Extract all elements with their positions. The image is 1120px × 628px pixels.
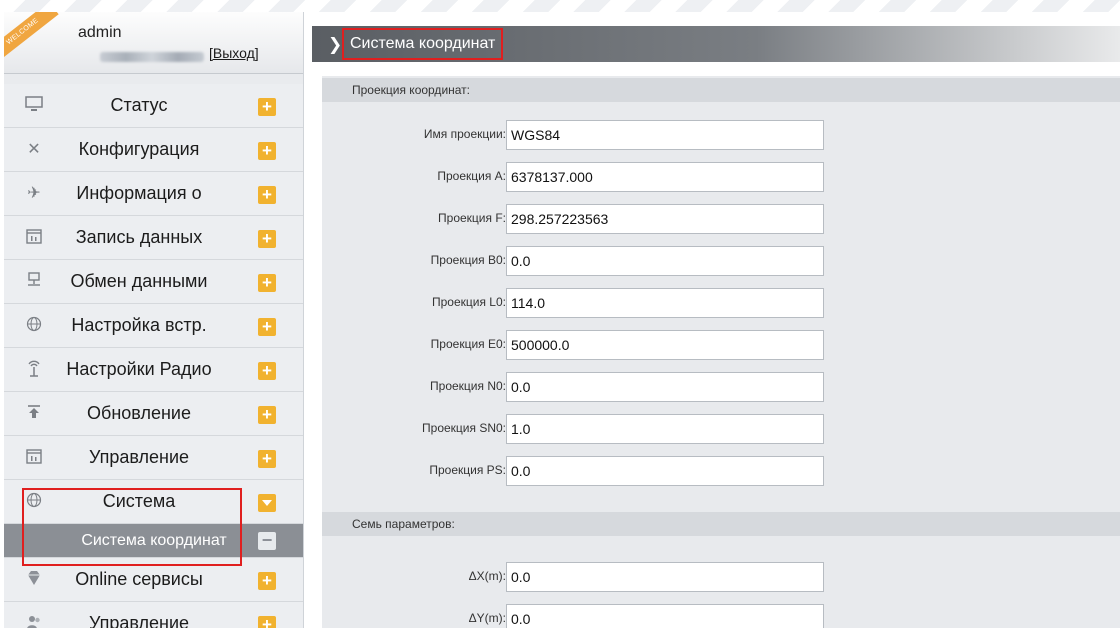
delta-y-input[interactable] — [506, 604, 824, 628]
sidebar-item-label: Статус — [110, 95, 168, 115]
sidebar-item-label: Online сервисы — [75, 569, 203, 589]
sidebar-item-label: Управление — [88, 447, 190, 467]
collapse-arrow-icon[interactable] — [258, 494, 276, 512]
field-label: Проекция A: — [437, 169, 506, 183]
field-row-projection-name: Имя проекции: — [322, 120, 1120, 150]
sidebar: WELCOME admin [Выход] Статус + ✕ Конфигу… — [4, 12, 304, 628]
globe-icon — [24, 492, 44, 512]
projection-n0-input[interactable] — [506, 372, 824, 402]
field-row-projection-n0: Проекция N0: — [322, 372, 1120, 402]
sidebar-item-system[interactable]: Система — [4, 480, 303, 524]
page-title: Система координат — [342, 28, 504, 60]
sidebar-item-user-management[interactable]: Управление + — [4, 602, 303, 628]
user-panel: WELCOME admin [Выход] — [4, 12, 303, 74]
sidebar-item-label: Конфигурация — [78, 139, 200, 159]
projection-l0-input[interactable] — [506, 288, 824, 318]
field-label: Проекция B0: — [430, 253, 506, 267]
sidebar-item-radio-settings[interactable]: Настройки Радио + — [4, 348, 303, 392]
section-header-projection: Проекция координат: — [322, 78, 1120, 102]
minus-icon[interactable]: − — [258, 531, 276, 550]
delta-x-input[interactable] — [506, 562, 824, 592]
chevron-right-icon: ❯ — [328, 35, 343, 54]
field-row-delta-x: ΔX(m): — [322, 562, 1120, 592]
expand-plus-icon[interactable]: + — [258, 98, 276, 116]
page-frame: WELCOME admin [Выход] Статус + ✕ Конфигу… — [0, 0, 1120, 628]
sidebar-item-update[interactable]: Обновление + — [4, 392, 303, 436]
field-row-delta-y: ΔY(m): — [322, 604, 1120, 628]
field-row-projection-f: Проекция F: — [322, 204, 1120, 234]
satellite-icon: ✈ — [27, 185, 41, 202]
sidebar-item-label: Обновление — [87, 403, 191, 423]
sidebar-item-status[interactable]: Статус + — [4, 84, 303, 128]
radio-tower-icon — [24, 360, 44, 380]
field-row-projection-a: Проекция A: — [322, 162, 1120, 192]
expand-plus-icon[interactable]: + — [258, 318, 276, 336]
calendar-icon — [24, 448, 44, 468]
projection-b0-input[interactable] — [506, 246, 824, 276]
sidebar-item-data-exchange[interactable]: Обмен данными + — [4, 260, 303, 304]
monitor-icon — [24, 96, 44, 116]
projection-name-input[interactable] — [506, 120, 824, 150]
sidebar-menu: Статус + ✕ Конфигурация + ✈ Информация о… — [4, 84, 303, 628]
expand-plus-icon[interactable]: + — [258, 142, 276, 160]
user-info-blurred — [100, 52, 204, 62]
expand-plus-icon[interactable]: + — [258, 450, 276, 468]
sidebar-item-embedded-settings[interactable]: Настройка встр. + — [4, 304, 303, 348]
field-row-projection-ps: Проекция PS: — [322, 456, 1120, 486]
tools-icon: ✕ — [27, 141, 41, 158]
users-icon — [24, 614, 44, 628]
content-area: Проекция координат: Имя проекции: Проекц… — [322, 76, 1120, 628]
sidebar-subitem-coordinate-system[interactable]: Система координат − — [4, 524, 303, 558]
field-label: Проекция SN0: — [422, 421, 506, 435]
field-row-projection-l0: Проекция L0: — [322, 288, 1120, 318]
expand-plus-icon[interactable]: + — [258, 616, 276, 628]
projection-e0-input[interactable] — [506, 330, 824, 360]
sidebar-item-label: Запись данных — [75, 227, 203, 247]
sidebar-item-online-services[interactable]: Online сервисы + — [4, 558, 303, 602]
field-label: ΔY(m): — [468, 611, 506, 625]
field-row-projection-e0: Проекция E0: — [322, 330, 1120, 360]
field-label: Проекция N0: — [430, 379, 506, 393]
sidebar-item-configuration[interactable]: ✕ Конфигурация + — [4, 128, 303, 172]
welcome-badge: WELCOME — [4, 12, 59, 63]
globe-icon — [24, 316, 44, 336]
sidebar-item-label: Информация о — [76, 183, 202, 203]
field-label: Имя проекции: — [423, 127, 506, 141]
field-label: Проекция L0: — [432, 295, 506, 309]
field-row-projection-b0: Проекция B0: — [322, 246, 1120, 276]
expand-plus-icon[interactable]: + — [258, 362, 276, 380]
section-header-seven-params: Семь параметров: — [322, 512, 1120, 536]
expand-plus-icon[interactable]: + — [258, 186, 276, 204]
sidebar-item-label: Настройка встр. — [71, 315, 207, 335]
sidebar-item-label: Настройки Радио — [66, 359, 212, 379]
sidebar-item-data-recording[interactable]: Запись данных + — [4, 216, 303, 260]
projection-sn0-input[interactable] — [506, 414, 824, 444]
diamond-icon — [24, 570, 44, 590]
field-row-projection-sn0: Проекция SN0: — [322, 414, 1120, 444]
main-panel: ❯ Система координат Проекция координат: … — [312, 12, 1120, 628]
field-label: Проекция PS: — [429, 463, 506, 477]
sidebar-item-label: Обмен данными — [70, 271, 208, 291]
projection-a-input[interactable] — [506, 162, 824, 192]
calendar-icon — [24, 228, 44, 248]
field-label: Проекция E0: — [430, 337, 506, 351]
top-border — [0, 0, 1120, 12]
sidebar-item-label: Система координат — [81, 531, 227, 549]
username: admin — [78, 24, 122, 41]
expand-plus-icon[interactable]: + — [258, 406, 276, 424]
expand-plus-icon[interactable]: + — [258, 572, 276, 590]
upload-icon — [24, 404, 44, 424]
projection-f-input[interactable] — [506, 204, 824, 234]
sidebar-item-management[interactable]: Управление + — [4, 436, 303, 480]
expand-plus-icon[interactable]: + — [258, 230, 276, 248]
expand-plus-icon[interactable]: + — [258, 274, 276, 292]
network-icon — [24, 272, 44, 292]
field-label: Проекция F: — [438, 211, 506, 225]
logout-link[interactable]: [Выход] — [209, 45, 259, 61]
sidebar-item-label: Управление — [88, 613, 190, 628]
sidebar-item-satellite-info[interactable]: ✈ Информация о + — [4, 172, 303, 216]
sidebar-item-label: Система — [102, 491, 176, 511]
projection-ps-input[interactable] — [506, 456, 824, 486]
field-label: ΔX(m): — [468, 569, 506, 583]
